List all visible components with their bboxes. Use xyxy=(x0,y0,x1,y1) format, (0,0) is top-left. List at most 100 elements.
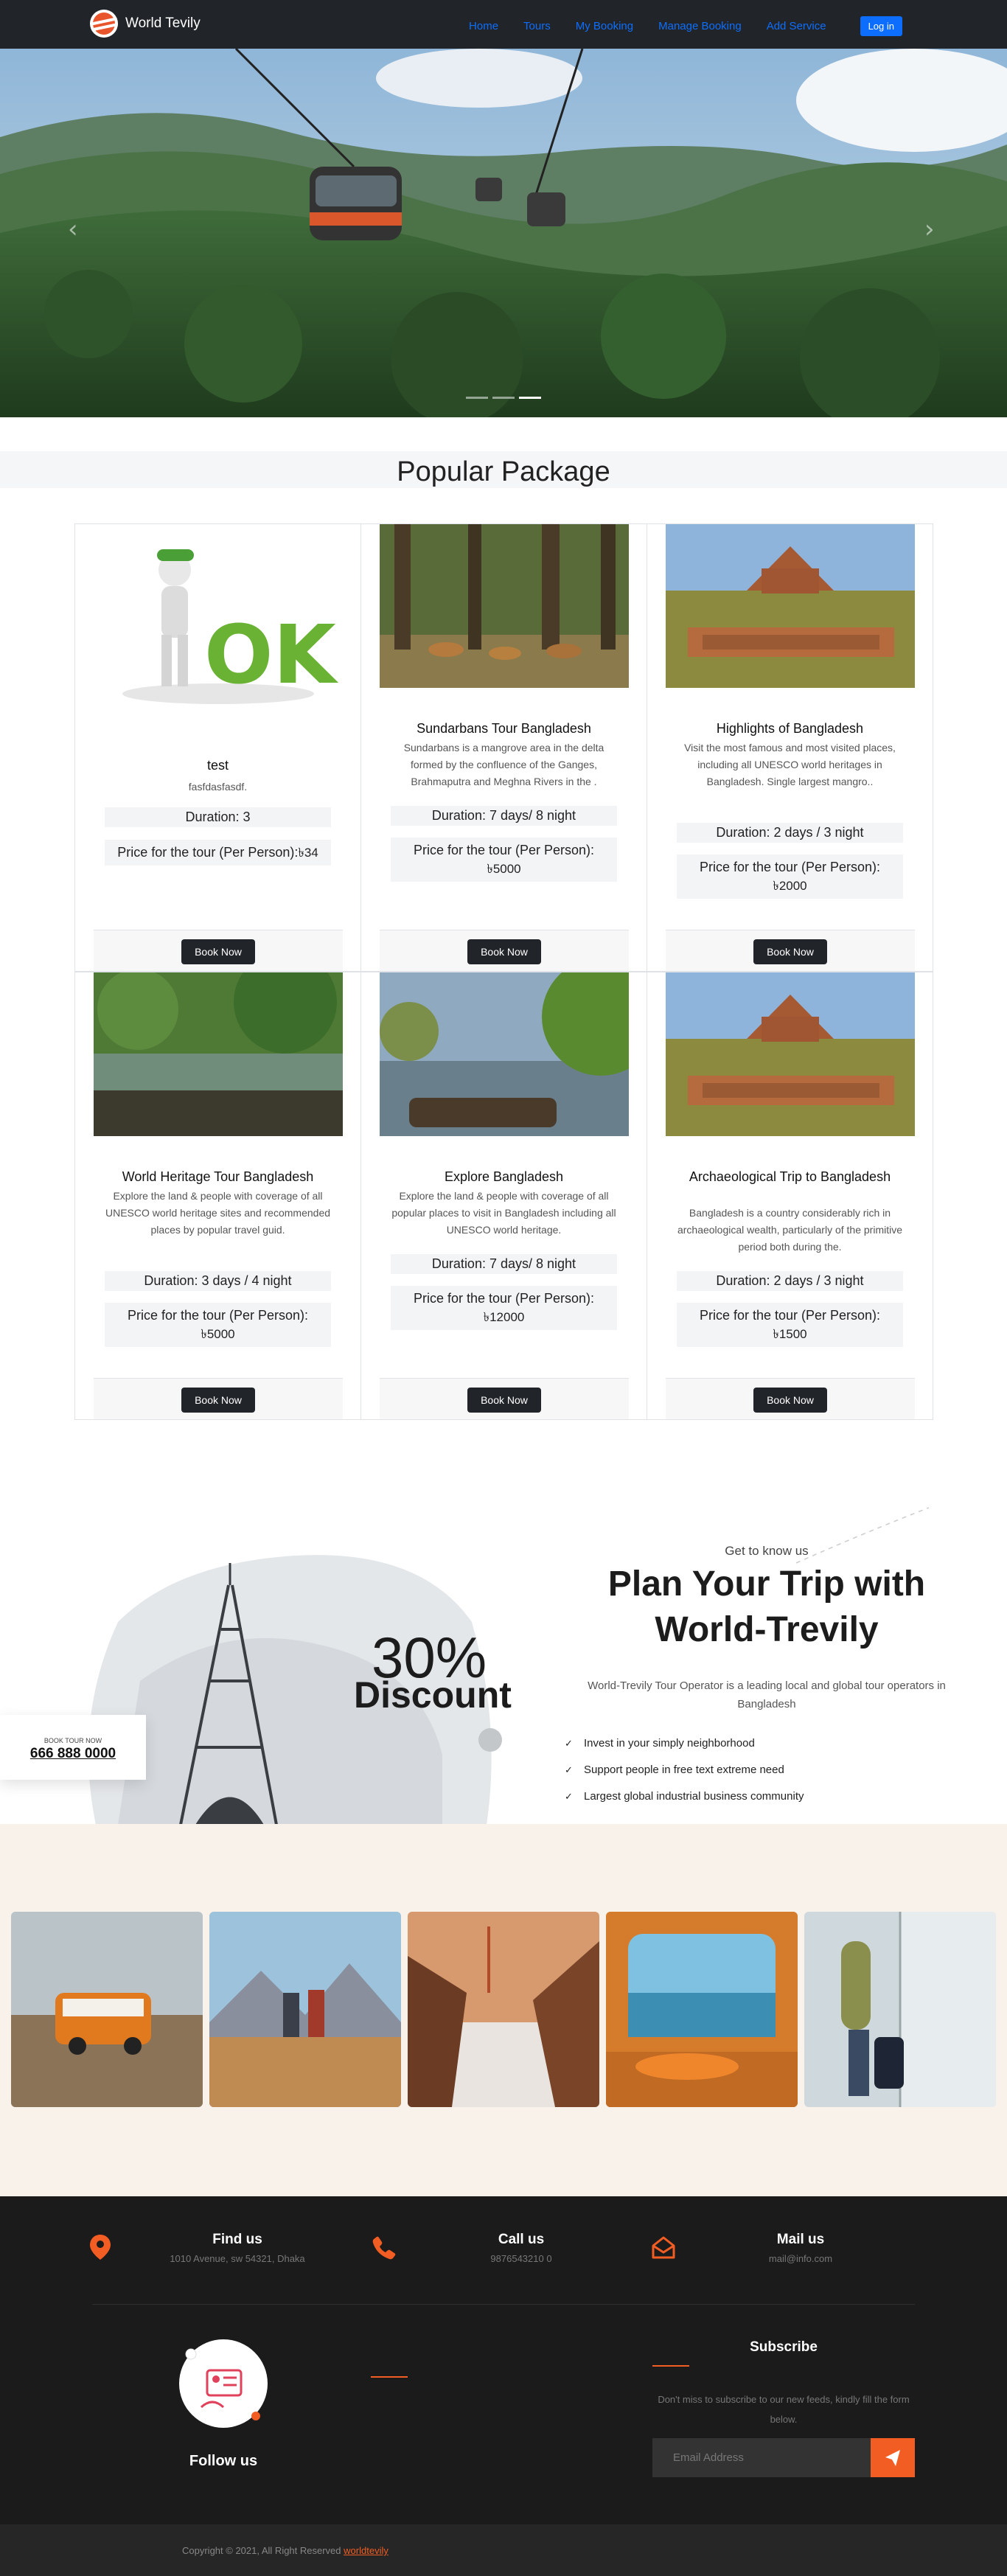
package-title: Archaeological Trip to Bangladesh xyxy=(689,1169,891,1184)
package-price: Price for the tour (Per Person):৳34 xyxy=(105,840,331,866)
subscribe-title: Subscribe xyxy=(750,2339,818,2355)
package-price: Price for the tour (Per Person): ৳12000 xyxy=(391,1286,617,1330)
copyright-text: Copyright © 2021, All Right Reserved wor… xyxy=(182,2545,388,2556)
package-desc: Bangladesh is a country considerably ric… xyxy=(677,1207,903,1253)
navbar: World Tevily Home Tours My Booking Manag… xyxy=(0,0,1007,49)
phone-card: BOOK TOUR NOW 666 888 0000 xyxy=(0,1715,146,1780)
mail-us-title: Mail us xyxy=(776,2232,825,2247)
package-desc: Sundarbans is a mangrove area in the del… xyxy=(403,742,604,787)
call-us-title: Call us xyxy=(498,2232,545,2247)
package-title: World Heritage Tour Bangladesh xyxy=(122,1169,314,1184)
brand-name[interactable]: World Tevily xyxy=(125,15,201,32)
package-desc: Visit the most famous and most visited p… xyxy=(684,742,896,787)
trip-points: ✓ Invest in your simply neighborhood ✓ Sup… xyxy=(565,1737,804,1817)
package-image xyxy=(380,972,629,1136)
subscribe-button[interactable] xyxy=(871,2438,915,2477)
package-price: Price for the tour (Per Person): ৳1500 xyxy=(677,1303,903,1347)
gallery-image[interactable] xyxy=(606,1912,798,2107)
mail-us-text[interactable]: mail@info.com xyxy=(705,2253,896,2264)
gallery-image[interactable] xyxy=(209,1912,401,2107)
phone-number[interactable]: 666 888 0000 xyxy=(0,1746,146,1762)
book-now-button[interactable]: Book Now xyxy=(753,1388,827,1413)
find-us-title: Find us xyxy=(212,2232,262,2247)
call-us-text[interactable]: 9876543210 0 xyxy=(425,2253,617,2264)
copyright-bar: Copyright © 2021, All Right Reserved wor… xyxy=(0,2524,1007,2576)
check-icon: ✓ xyxy=(565,1737,573,1749)
package-duration: Duration: 3 xyxy=(105,807,331,827)
package-price: Price for the tour (Per Person): ৳2000 xyxy=(677,854,903,899)
book-tour-label: BOOK TOUR NOW xyxy=(43,1737,102,1744)
package-duration: Duration: 3 days / 4 night xyxy=(105,1271,331,1291)
footer-divider xyxy=(92,2304,915,2305)
book-now-button[interactable]: Book Now xyxy=(181,939,255,964)
carousel-indicator[interactable] xyxy=(492,397,515,399)
send-icon xyxy=(885,2450,900,2466)
gallery-image[interactable] xyxy=(408,1912,599,2107)
trip-subtitle: Get to know us xyxy=(725,1544,809,1558)
nav-my-booking[interactable]: My Booking xyxy=(576,20,633,32)
package-duration: Duration: 7 days/ 8 night xyxy=(391,1254,617,1274)
nav-manage-booking[interactable]: Manage Booking xyxy=(658,20,742,32)
package-card: Sundarbans Tour Bangladesh Sundarbans is… xyxy=(360,523,647,972)
orange-divider xyxy=(371,2376,408,2378)
card-footer: Book Now xyxy=(380,1378,629,1419)
discount-word: Discount xyxy=(354,1674,512,1716)
package-desc: Explore the land & people with coverage … xyxy=(105,1190,331,1236)
carousel-indicator[interactable] xyxy=(466,397,488,399)
hero-carousel: ‹ › xyxy=(0,49,1007,417)
plane-path-icon xyxy=(796,1507,930,1564)
package-title: Explore Bangladesh xyxy=(444,1169,564,1184)
book-now-button[interactable]: Book Now xyxy=(753,939,827,964)
package-price: Price for the tour (Per Person): ৳5000 xyxy=(105,1303,331,1347)
carousel-indicator-active[interactable] xyxy=(519,397,541,399)
package-image xyxy=(666,972,915,1136)
find-us-text: 1010 Avenue, sw 54321, Dhaka xyxy=(170,2253,305,2264)
nav-tours[interactable]: Tours xyxy=(523,20,551,32)
package-duration: Duration: 2 days / 3 night xyxy=(677,823,903,843)
package-title: Highlights of Bangladesh xyxy=(716,721,864,736)
list-item: ✓ Support people in free text extreme nee… xyxy=(565,1764,784,1776)
package-image xyxy=(94,972,343,1136)
orange-divider xyxy=(652,2365,689,2367)
copyright-link[interactable]: worldtevily xyxy=(344,2545,388,2556)
email-input[interactable]: Email Address xyxy=(652,2438,871,2477)
card-footer: Book Now xyxy=(666,930,915,971)
nav-add-service[interactable]: Add Service xyxy=(767,20,826,32)
package-card: OK test fasfdasfasdf. Duration: 3 Price … xyxy=(74,523,361,972)
package-image: OK xyxy=(94,524,343,726)
carousel-indicators xyxy=(466,397,541,399)
nav-home[interactable]: Home xyxy=(469,20,498,32)
gallery-image[interactable] xyxy=(804,1912,996,2107)
brand-logo-icon xyxy=(90,10,118,38)
book-now-button[interactable]: Book Now xyxy=(467,1388,541,1413)
check-icon: ✓ xyxy=(565,1764,573,1775)
carousel-prev-icon[interactable]: ‹ xyxy=(68,215,78,244)
mail-icon xyxy=(652,2236,675,2259)
follow-us-title: Follow us xyxy=(189,2453,258,2469)
card-footer: Book Now xyxy=(94,1378,343,1419)
carousel-next-icon[interactable]: › xyxy=(924,215,935,244)
package-desc: fasfdasfasdf. xyxy=(188,781,248,793)
card-footer: Book Now xyxy=(94,930,343,971)
package-price: Price for the tour (Per Person): ৳5000 xyxy=(391,838,617,882)
follow-logo-icon xyxy=(179,2339,268,2428)
section-title: Popular Package xyxy=(397,456,610,487)
book-now-button[interactable]: Book Now xyxy=(467,939,541,964)
map-pin-icon xyxy=(90,2235,111,2260)
trip-desc: World-Trevily Tour Operator is a leading… xyxy=(588,1679,946,1710)
package-duration: Duration: 7 days/ 8 night xyxy=(391,806,617,826)
book-now-button[interactable]: Book Now xyxy=(181,1388,255,1413)
login-button[interactable]: Log in xyxy=(860,16,902,36)
brand[interactable]: World Tevily xyxy=(90,10,201,38)
package-title: test xyxy=(206,758,229,773)
phone-icon xyxy=(372,2236,396,2260)
svg-text:OK: OK xyxy=(204,608,339,702)
hero-image xyxy=(0,49,1007,417)
list-item: ✓ Largest global industrial business comm… xyxy=(565,1790,804,1803)
gallery-image[interactable] xyxy=(11,1912,203,2107)
subscribe-text: Don't miss to subscribe to our new feeds… xyxy=(658,2394,910,2425)
package-desc: Explore the land & people with coverage … xyxy=(391,1190,616,1236)
package-duration: Duration: 2 days / 3 night xyxy=(677,1271,903,1291)
card-footer: Book Now xyxy=(380,930,629,971)
package-card: Highlights of Bangladesh Visit the most … xyxy=(647,523,933,972)
